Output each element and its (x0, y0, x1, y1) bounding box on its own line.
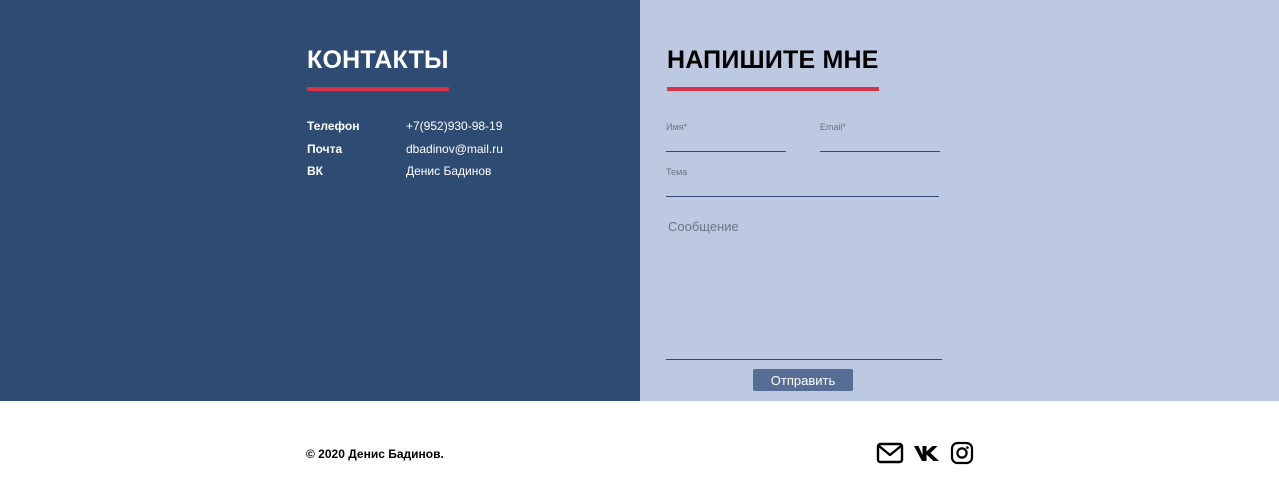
contact-section: КОНТАКТЫ Телефон +7(952)930-98-19 Почта … (0, 0, 1279, 401)
write-me-title-underline (667, 87, 879, 91)
mail-label: Почта (307, 142, 343, 156)
mail-value: dbadinov@mail.ru (406, 142, 503, 156)
email-input[interactable] (820, 121, 940, 152)
vk-value: Денис Бадинов (406, 164, 492, 178)
instagram-icon[interactable] (950, 440, 974, 466)
copyright-text: © 2020 Денис Бадинов. (306, 447, 444, 461)
write-me-title: НАПИШИТЕ МНЕ (667, 46, 879, 74)
vk-icon[interactable] (913, 440, 943, 466)
message-textarea[interactable] (666, 217, 942, 360)
phone-label: Телефон (307, 119, 360, 133)
name-input[interactable] (666, 121, 786, 152)
contacts-title-underline (307, 87, 449, 91)
subject-input[interactable] (666, 166, 939, 197)
envelope-icon[interactable] (876, 440, 904, 466)
vk-label: ВК (307, 164, 323, 178)
phone-value: +7(952)930-98-19 (406, 119, 503, 133)
contacts-title: КОНТАКТЫ (307, 46, 449, 74)
submit-button[interactable]: Отправить (753, 369, 853, 391)
